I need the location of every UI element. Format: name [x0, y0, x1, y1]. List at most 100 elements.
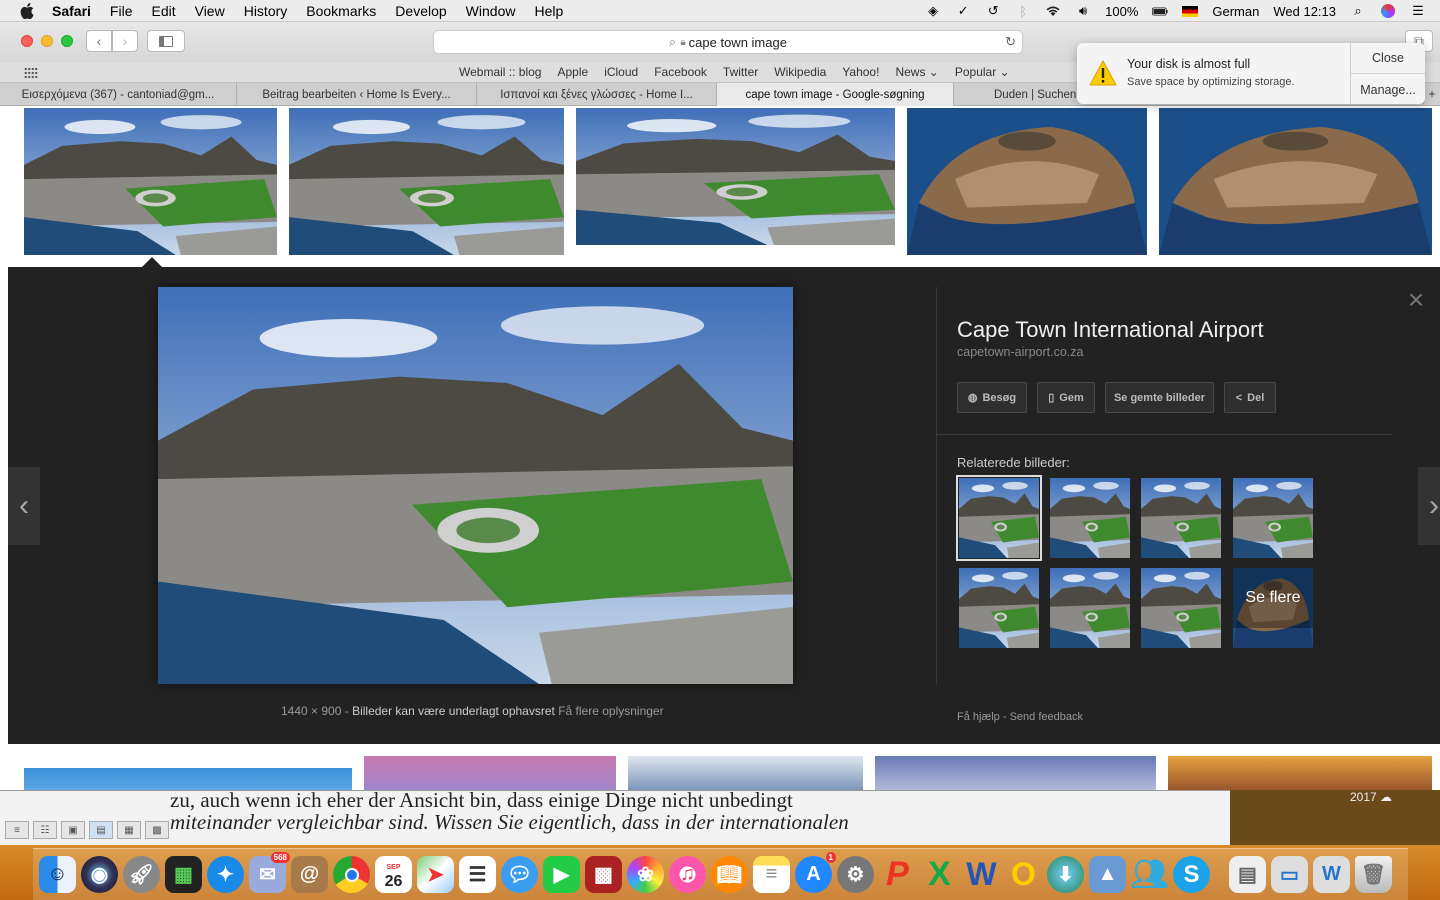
time-machine-icon[interactable]: ↺ [985, 3, 1001, 18]
help-link[interactable]: Få hjælp [957, 711, 1000, 723]
contacts-icon[interactable]: @ [291, 856, 328, 893]
screenshots-stack-icon[interactable]: ▭ [1271, 856, 1308, 893]
result-image-1[interactable] [24, 108, 277, 255]
tab-inbox[interactable]: Εισερχόμενα (367) - cantoniad@gm... [0, 83, 237, 106]
bookmark-news-folder[interactable]: News ⌄ [895, 65, 938, 79]
photo-booth-icon[interactable]: ▩ [585, 856, 622, 893]
facetime-icon[interactable]: ▶ [543, 856, 580, 893]
view-outline-icon[interactable]: ☷ [33, 821, 57, 839]
preview-image[interactable] [158, 287, 793, 684]
result-image-2[interactable] [289, 108, 564, 255]
feedback-link[interactable]: Send feedback [1010, 711, 1083, 723]
related-image-4[interactable] [1233, 478, 1313, 558]
menu-bookmarks[interactable]: Bookmarks [306, 3, 376, 19]
related-image-6[interactable] [1050, 568, 1130, 648]
bookmark-yahoo[interactable]: Yahoo! [842, 65, 879, 79]
result-image-5[interactable] [1159, 108, 1432, 255]
powerpoint-icon[interactable]: P [879, 855, 916, 893]
forward-button[interactable]: › [112, 30, 138, 52]
view-list-icon[interactable]: ≡ [5, 821, 29, 839]
bookmark-apple[interactable]: Apple [557, 65, 588, 79]
bluetooth-icon[interactable]: ᛒ [1015, 4, 1031, 19]
result-image-8[interactable] [628, 756, 863, 790]
photos-icon[interactable]: ❀ [627, 856, 664, 893]
mail-icon[interactable]: ✉ 568 [249, 852, 290, 893]
mission-control-icon[interactable]: ▦ [165, 856, 202, 893]
checkmark-circle-icon[interactable]: ✓ [955, 3, 971, 18]
menu-view[interactable]: View [195, 3, 225, 19]
tab-cape-town-search[interactable]: cape town image - Google-søgning [717, 83, 954, 106]
menu-edit[interactable]: Edit [151, 3, 175, 19]
maps-icon[interactable]: ➤ [417, 856, 454, 893]
back-button[interactable]: ‹ [86, 30, 112, 52]
onenote-icon[interactable]: O [1005, 856, 1042, 893]
more-info-link[interactable]: Få flere oplysninger [558, 704, 663, 718]
ibooks-icon[interactable]: 📖︎ [711, 856, 748, 893]
input-source-label[interactable]: German [1212, 4, 1259, 19]
related-image-7[interactable] [1141, 568, 1221, 648]
reload-icon[interactable]: ↻ [1005, 34, 1016, 50]
bookmark-facebook[interactable]: Facebook [654, 65, 707, 79]
tab-blog-edit[interactable]: Beitrag bearbeiten ‹ Home Is Every... [237, 83, 477, 106]
apple-menu-icon[interactable] [20, 2, 34, 19]
image-source[interactable]: capetown-airport.co.za [957, 345, 1083, 359]
calendar-icon[interactable]: SEP 26 [375, 856, 412, 893]
copyright-link[interactable]: Billeder kan være underlagt ophavsret [352, 704, 555, 718]
result-image-3[interactable] [576, 108, 895, 245]
volume-icon[interactable]: 🔊︎ [1075, 3, 1091, 18]
dropbox-icon[interactable]: ◈ [925, 3, 941, 18]
skype-icon[interactable]: S [1173, 856, 1210, 893]
siri-app-icon[interactable]: ◉ [81, 856, 118, 893]
previous-image-button[interactable]: ‹ [8, 467, 40, 545]
related-image-5[interactable] [959, 568, 1039, 648]
downloader-icon[interactable]: ⬇ [1047, 856, 1084, 893]
siri-icon[interactable] [1380, 4, 1396, 18]
clock[interactable]: Wed 12:13 [1273, 4, 1336, 19]
visit-button[interactable]: ◍ Besøg [957, 382, 1027, 413]
bookmark-popular-folder[interactable]: Popular ⌄ [955, 65, 1010, 79]
view-saved-button[interactable]: Se gemte billeder [1105, 382, 1214, 413]
word-icon[interactable]: W [963, 856, 1000, 893]
german-flag-icon[interactable] [1182, 5, 1199, 17]
trash-icon[interactable]: 🗑︎ [1355, 856, 1392, 893]
related-image-3[interactable] [1141, 478, 1221, 558]
reminders-icon[interactable]: ☰ [459, 856, 496, 893]
view-web-icon[interactable]: ▦ [117, 821, 141, 839]
image-tool-icon[interactable]: ▲ [1089, 856, 1126, 893]
notes-icon[interactable]: ≡ [753, 856, 790, 893]
safari-icon[interactable]: ✦ [207, 856, 244, 893]
share-button[interactable]: < Del [1224, 382, 1276, 413]
result-image-4[interactable] [907, 108, 1147, 255]
bookmark-twitter[interactable]: Twitter [723, 65, 758, 79]
notification-close-button[interactable]: Close [1351, 51, 1425, 65]
save-button[interactable]: ▯ Gem [1037, 382, 1095, 413]
view-print-icon[interactable]: ▣ [61, 821, 85, 839]
bookmark-wikipedia[interactable]: Wikipedia [774, 65, 826, 79]
messages-icon[interactable]: 💬︎ [501, 856, 538, 893]
menu-window[interactable]: Window [466, 3, 516, 19]
menu-file[interactable]: File [110, 3, 133, 19]
result-image-9[interactable] [875, 756, 1156, 790]
notification-center-icon[interactable]: ☰ [1410, 3, 1426, 18]
document-stack-icon[interactable]: ▤ [1229, 856, 1266, 893]
launchpad-icon[interactable]: 🚀︎ [123, 856, 160, 893]
related-image-2[interactable] [1050, 478, 1130, 558]
zoom-window-button[interactable] [61, 35, 73, 47]
image-title[interactable]: Cape Town International Airport [957, 317, 1264, 343]
notification-manage-button[interactable]: Manage... [1351, 83, 1425, 97]
bookmark-icloud[interactable]: iCloud [604, 65, 638, 79]
spotlight-search-icon[interactable]: ⌕ [1350, 3, 1366, 18]
menu-app-name[interactable]: Safari [52, 3, 91, 19]
background-document-window[interactable]: zu, auch wenn ich eher der Ansicht bin, … [0, 790, 1230, 845]
battery-icon[interactable] [1152, 4, 1169, 18]
app-store-icon[interactable]: A1 [795, 852, 836, 893]
chrome-icon[interactable] [333, 856, 370, 893]
system-preferences-icon[interactable]: ⚙ [837, 856, 874, 893]
result-image-10[interactable] [1168, 756, 1432, 790]
new-tab-button[interactable]: + [1424, 83, 1440, 106]
bookmark-webmail[interactable]: Webmail :: blog [459, 65, 541, 79]
related-image-1[interactable] [956, 475, 1042, 561]
next-image-button[interactable]: › [1418, 467, 1440, 545]
close-icon[interactable]: × [1404, 286, 1428, 314]
excel-icon[interactable]: X [921, 855, 958, 893]
